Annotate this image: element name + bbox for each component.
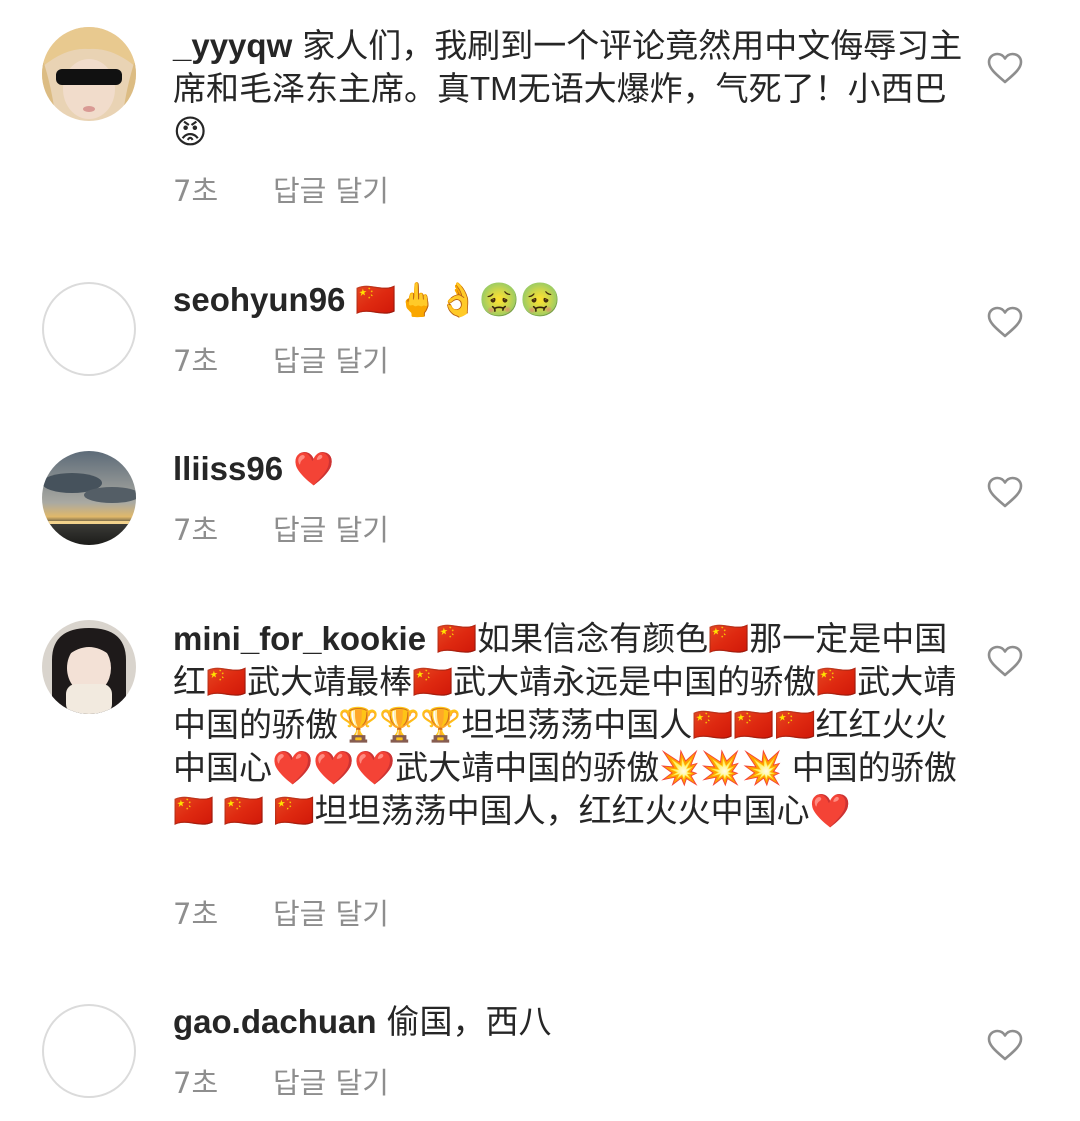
like-heart-icon[interactable] [987, 52, 1023, 84]
avatar[interactable] [42, 451, 136, 545]
reply-button[interactable]: 답글 달기 [273, 338, 389, 380]
like-heart-icon[interactable] [987, 476, 1023, 508]
comment-username[interactable]: gao.dachuan [173, 1003, 377, 1040]
reply-button[interactable]: 답글 달기 [273, 168, 389, 210]
comment-username[interactable]: lliiss96 [173, 450, 283, 487]
like-heart-icon[interactable] [987, 1029, 1023, 1061]
avatar[interactable] [42, 27, 136, 121]
comment-timestamp: 7초 [173, 513, 219, 547]
like-heart-icon[interactable] [987, 645, 1023, 677]
comment-username[interactable]: mini_for_kookie [173, 620, 426, 657]
comment-text: 偷国，西八 [386, 1003, 552, 1040]
reply-button[interactable]: 답글 달기 [273, 1060, 389, 1102]
comment-username[interactable]: _yyyqw [173, 27, 292, 64]
avatar[interactable] [42, 282, 136, 376]
comment-timestamp: 7초 [173, 174, 219, 208]
comment-text: 🇨🇳🖕👌🤢🤢 [355, 281, 561, 318]
comment-timestamp: 7초 [173, 897, 219, 931]
like-heart-icon[interactable] [987, 306, 1023, 338]
reply-button[interactable]: 답글 달기 [273, 507, 389, 549]
avatar[interactable] [42, 620, 136, 714]
comment-timestamp: 7초 [173, 344, 219, 378]
comment-username[interactable]: seohyun96 [173, 281, 345, 318]
comment-timestamp: 7초 [173, 1066, 219, 1100]
avatar[interactable] [42, 1004, 136, 1098]
reply-button[interactable]: 답글 달기 [273, 891, 389, 933]
comment-text: ❤️ [293, 450, 335, 487]
